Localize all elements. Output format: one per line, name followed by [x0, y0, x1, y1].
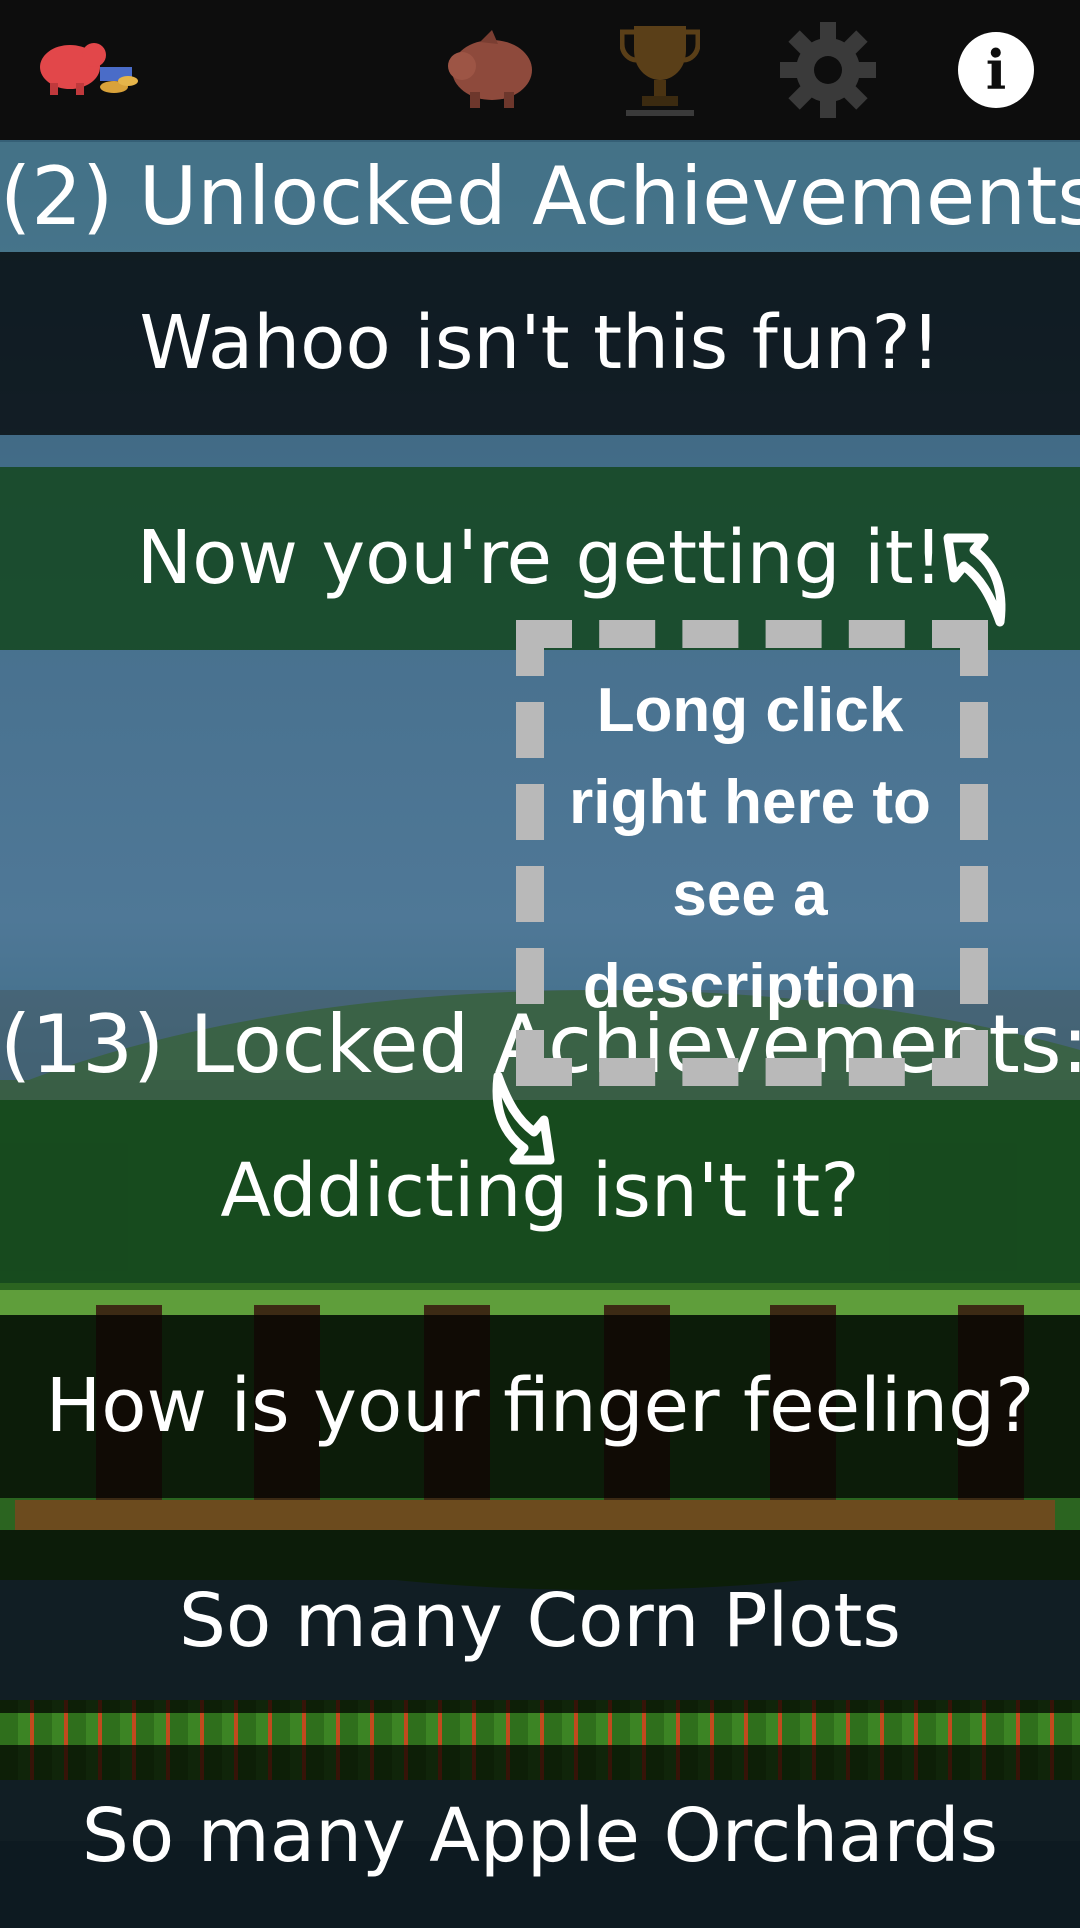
tutorial-callout-text: Long click right here to see a descripti…: [569, 676, 931, 1021]
piggy-bank-icon[interactable]: [440, 22, 540, 112]
top-toolbar: i: [0, 0, 1080, 140]
arrow-down-right-icon: [478, 1068, 558, 1168]
arrow-up-left-icon: [940, 530, 1020, 630]
achievement-row[interactable]: So many Apple Orchards: [0, 1745, 1080, 1928]
info-glyph: i: [985, 38, 1007, 102]
achievement-row[interactable]: So many Corn Plots: [0, 1530, 1080, 1713]
achievement-row[interactable]: Wahoo isn't this fun?!: [0, 252, 1080, 435]
ground-strip: [0, 1290, 1080, 1315]
piggy-bank-coins-icon[interactable]: [30, 25, 140, 105]
achievement-row[interactable]: How is your finger feeling?: [0, 1315, 1080, 1498]
info-icon[interactable]: i: [958, 32, 1034, 108]
fence-rail: [15, 1500, 1055, 1530]
unlocked-achievements-header: (2) Unlocked Achievements:: [0, 142, 1080, 252]
gear-icon[interactable]: [780, 22, 876, 118]
trophy-icon[interactable]: [619, 20, 701, 120]
